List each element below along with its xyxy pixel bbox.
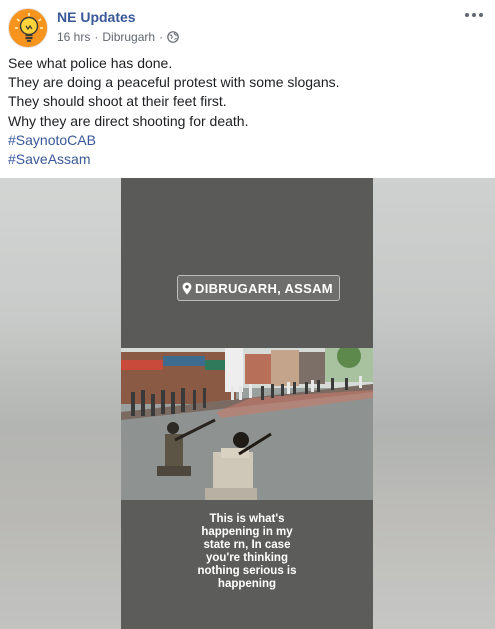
- post-media: DIBRUGARH, ASSAM This is what's happenin…: [0, 178, 495, 629]
- caption-line: you're thinking: [206, 552, 288, 564]
- map-pin-icon: [182, 282, 192, 295]
- post-header: NE Updates 16 hrs · Dibrugarh ·: [0, 0, 495, 52]
- meta-separator: ·: [94, 30, 99, 44]
- location-sticker-text: DIBRUGARH, ASSAM: [195, 280, 333, 296]
- meta-separator: ·: [159, 30, 164, 44]
- post-location[interactable]: Dibrugarh: [102, 30, 155, 44]
- street-photo: [121, 348, 373, 500]
- location-sticker: DIBRUGARH, ASSAM: [177, 275, 340, 301]
- story-top-panel: [121, 178, 373, 348]
- post-text-line: They should shoot at their feet first.: [8, 93, 227, 110]
- post-text-line: See what police has done.: [8, 55, 173, 71]
- page-name-link[interactable]: NE Updates: [57, 9, 136, 25]
- caption-line: happening: [217, 578, 277, 590]
- post-timestamp[interactable]: 16 hrs: [57, 30, 90, 44]
- caption-line: state rn, In case: [203, 539, 291, 551]
- blurred-backdrop-left: [0, 178, 121, 629]
- story-image[interactable]: DIBRUGARH, ASSAM This is what's happenin…: [121, 178, 373, 629]
- post-text-line: They are doing a peaceful protest with s…: [8, 74, 340, 91]
- hashtag-link[interactable]: #SaynotoCAB: [8, 131, 488, 150]
- page-avatar[interactable]: [8, 8, 48, 48]
- more-options-icon[interactable]: [463, 6, 485, 24]
- story-caption: This is what's happening in my state rn,…: [181, 513, 313, 591]
- caption-line: This is what's: [209, 513, 285, 525]
- caption-line: nothing serious is: [197, 565, 297, 577]
- post-message: See what police has done. They are doing…: [8, 54, 488, 169]
- hashtag-link[interactable]: #SaveAssam: [8, 150, 488, 169]
- post-meta: 16 hrs · Dibrugarh ·: [57, 30, 179, 44]
- caption-line: happening in my: [201, 526, 293, 538]
- blurred-backdrop-right: [373, 178, 495, 629]
- post-text-line: Why they are direct shooting for death.: [8, 112, 249, 129]
- lightbulb-logo-icon: [9, 9, 47, 47]
- globe-icon[interactable]: [167, 31, 179, 43]
